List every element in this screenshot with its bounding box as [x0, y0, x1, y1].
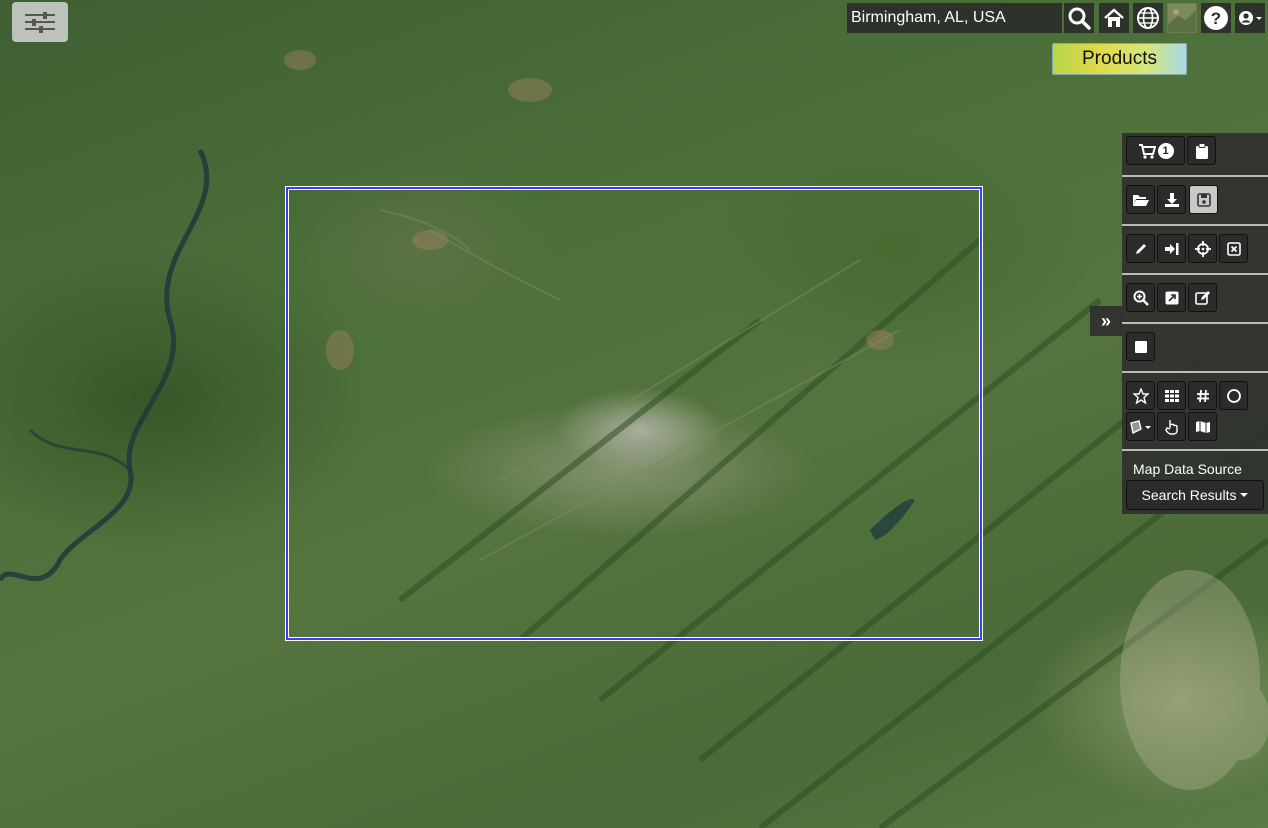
- zoom-in-button[interactable]: [1126, 283, 1155, 312]
- cart-count-badge: 1: [1157, 142, 1174, 159]
- area-of-interest-box[interactable]: [286, 187, 982, 640]
- rectangle-button[interactable]: [1126, 332, 1155, 361]
- user-menu-button[interactable]: [1235, 3, 1265, 33]
- basemap-button[interactable]: [1167, 3, 1197, 33]
- home-button[interactable]: [1099, 3, 1129, 33]
- home-icon: [1104, 8, 1124, 27]
- map-toolbar: 1 Map Data Source Search Results: [1122, 133, 1268, 514]
- help-icon: ?: [1204, 6, 1228, 30]
- grid-icon: [1164, 389, 1179, 402]
- square-icon: [1134, 340, 1147, 353]
- help-button[interactable]: ?: [1201, 3, 1231, 33]
- clear-button[interactable]: [1219, 234, 1248, 263]
- pencil-icon: [1135, 243, 1146, 254]
- double-chevron-right-icon: »: [1100, 310, 1111, 331]
- expand-icon: [1165, 291, 1178, 304]
- cart-button[interactable]: 1: [1126, 136, 1185, 165]
- toolbar-row-tools: [1122, 373, 1268, 451]
- toolbar-expand-button[interactable]: »: [1090, 306, 1122, 336]
- circle-button[interactable]: [1219, 381, 1248, 410]
- search-button[interactable]: [1064, 3, 1094, 33]
- circle-icon: [1226, 388, 1241, 403]
- basemap-thumbnail-icon: [1168, 4, 1196, 32]
- globe-button[interactable]: [1133, 3, 1163, 33]
- location-search-input[interactable]: [847, 3, 1062, 33]
- toolbar-row-shape: [1122, 324, 1268, 373]
- zoom-in-icon: [1133, 290, 1149, 306]
- sign-in-icon: [1164, 242, 1178, 255]
- folder-open-icon: [1132, 194, 1149, 206]
- clipboard-button[interactable]: [1187, 136, 1216, 165]
- edit-button[interactable]: [1188, 283, 1217, 312]
- grid-button[interactable]: [1157, 381, 1186, 410]
- graticule-button[interactable]: [1188, 381, 1217, 410]
- star-icon: [1132, 387, 1149, 404]
- search-icon: [1068, 7, 1091, 30]
- hashtag-icon: [1196, 389, 1209, 402]
- map-data-source-label: Map Data Source: [1133, 461, 1242, 477]
- save-icon: [1196, 192, 1211, 207]
- toolbar-row-draw: [1122, 226, 1268, 275]
- clipboard-icon: [1195, 142, 1208, 159]
- download-icon: [1164, 192, 1179, 207]
- close-box-icon: [1226, 241, 1241, 256]
- open-file-button[interactable]: [1126, 185, 1155, 214]
- save-button[interactable]: [1189, 185, 1218, 214]
- crosshairs-icon: [1194, 240, 1211, 257]
- toolbar-row-cart: 1: [1122, 133, 1268, 177]
- svg-text:?: ?: [1211, 9, 1221, 28]
- menu-sliders-icon: [25, 12, 55, 33]
- map-icon: [1195, 420, 1210, 433]
- toolbar-row-file: [1122, 177, 1268, 226]
- map-data-source-dropdown[interactable]: Search Results: [1126, 480, 1264, 510]
- draw-shape-dropdown[interactable]: [1126, 412, 1155, 441]
- satellite-map[interactable]: [0, 0, 1268, 828]
- zoom-extent-button[interactable]: [1157, 283, 1186, 312]
- download-button[interactable]: [1157, 185, 1186, 214]
- user-icon: [1239, 11, 1262, 25]
- toolbar-row-zoom: [1122, 275, 1268, 324]
- caret-down-icon: [1240, 493, 1249, 497]
- products-button[interactable]: Products: [1052, 43, 1187, 75]
- favorite-button[interactable]: [1126, 381, 1155, 410]
- map-data-source-value: Search Results: [1141, 487, 1237, 503]
- menu-button[interactable]: [12, 2, 68, 42]
- edit-icon: [1194, 290, 1210, 305]
- map-button[interactable]: [1188, 412, 1217, 441]
- import-button[interactable]: [1157, 234, 1186, 263]
- locate-button[interactable]: [1188, 234, 1217, 263]
- cart-icon: [1138, 143, 1156, 159]
- hand-pointer-icon: [1164, 419, 1178, 435]
- draw-polygon-icon: [1129, 419, 1151, 434]
- select-button[interactable]: [1157, 412, 1186, 441]
- globe-icon: [1137, 7, 1159, 29]
- draw-button[interactable]: [1126, 234, 1155, 263]
